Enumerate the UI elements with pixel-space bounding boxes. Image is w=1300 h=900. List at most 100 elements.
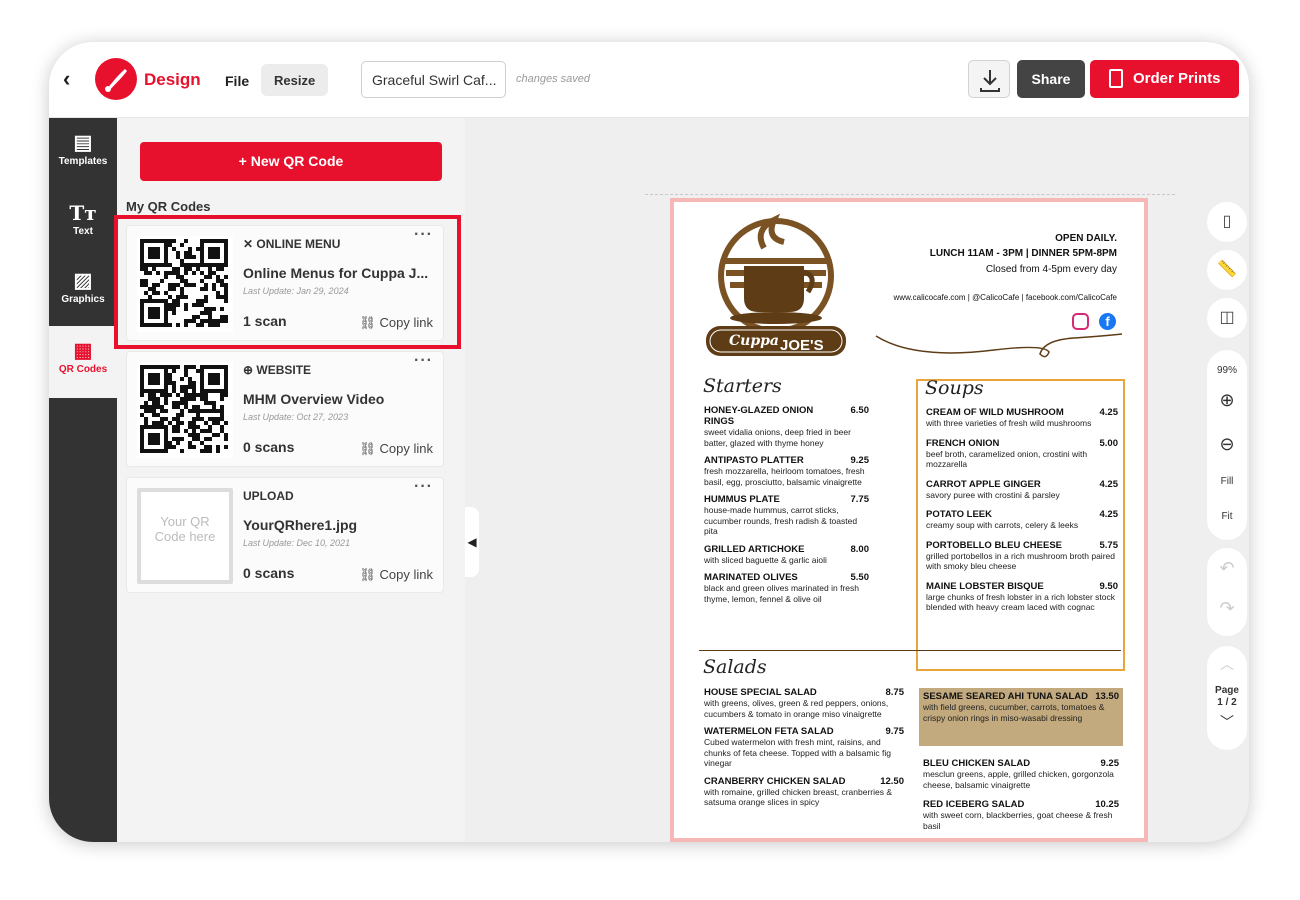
- item-desc: creamy soup with carrots, celery & leeks: [926, 520, 1079, 530]
- save-status: changes saved: [516, 73, 590, 85]
- item-desc: with field greens, cucumber, carrots, to…: [923, 702, 1105, 723]
- item-price: 9.25: [850, 455, 870, 466]
- rail-item-label: Text: [73, 226, 93, 237]
- qr-updated: Last Update: Oct 27, 2023: [243, 412, 349, 422]
- item-price: 9.50: [1099, 580, 1119, 592]
- zoom-level: 99%: [1216, 365, 1237, 376]
- graphics-icon: ▨: [73, 270, 93, 292]
- copy-link-button[interactable]: ⛓ Copy link: [359, 441, 433, 457]
- ruler-icon[interactable]: 📏: [1207, 250, 1247, 290]
- item-price: 4.25: [1099, 407, 1119, 418]
- resize-button[interactable]: Resize: [261, 64, 329, 96]
- item-name: HUMMUS PLATE: [704, 494, 780, 505]
- app-window: ‹ Design File Resize Graceful Swirl Caf.…: [49, 42, 1249, 842]
- item-name: MARINATED OLIVES: [704, 572, 798, 583]
- templates-icon: ▤: [73, 132, 93, 154]
- collapse-panel-handle[interactable]: ◀: [465, 507, 479, 577]
- qr-scans: 0 scans: [243, 565, 295, 581]
- download-icon: [980, 70, 1000, 92]
- item-desc: large chunks of fresh lobster in a rich …: [926, 591, 1115, 613]
- item-name: MAINE LOBSTER BISQUE: [926, 580, 1044, 592]
- top-bar: ‹ Design File Resize Graceful Swirl Caf.…: [49, 42, 1249, 118]
- rail-item-label: Templates: [58, 156, 108, 167]
- rail-item-label: QR Codes: [58, 364, 108, 375]
- item-price: 7.75: [850, 494, 870, 505]
- qr-scans: 0 scans: [243, 439, 295, 455]
- page-up-icon[interactable]: ︿: [1207, 654, 1247, 674]
- file-menu-button[interactable]: File: [215, 66, 259, 96]
- item-price: 9.75: [885, 726, 905, 737]
- rail-item-label: Graphics: [61, 294, 105, 305]
- item-name: PORTOBELLO BLEU CHEESE: [926, 539, 1063, 551]
- item-price: 10.25: [1095, 799, 1119, 810]
- item-name: GRILLED ARTICHOKE: [704, 543, 805, 555]
- menu-item: HUMMUS PLATE 7.75 house-made hummus, carro…: [704, 494, 869, 537]
- menu-item: ANTIPASTO PLATTER 9.25 fresh mozzarella, h…: [704, 455, 869, 487]
- item-name: HOUSE SPECIAL SALAD: [704, 687, 817, 698]
- item-name: ANTIPASTO PLATTER: [704, 455, 804, 466]
- more-options-icon[interactable]: ···: [414, 352, 433, 370]
- logo-text-joes: JOE'S: [780, 337, 824, 354]
- page-size-icon[interactable]: ▯: [1207, 202, 1247, 242]
- starters-title: Starters: [703, 375, 782, 397]
- soups-list: CREAM OF WILD MUSHROOM 4.25 with three var…: [926, 407, 1118, 622]
- copy-link-button[interactable]: ⛓ Copy link: [359, 567, 433, 583]
- item-desc: Cubed watermelon with fresh mint, raisin…: [704, 737, 891, 768]
- item-name: CRANBERRY CHICKEN SALAD: [704, 775, 846, 787]
- qr-title: YourQRhere1.jpg: [243, 517, 358, 533]
- columns-icon[interactable]: ◫: [1207, 298, 1247, 338]
- fill-button[interactable]: Fill: [1207, 476, 1247, 487]
- more-options-icon[interactable]: ···: [414, 478, 433, 496]
- brand-label: Design: [144, 70, 201, 89]
- document-name-input[interactable]: Graceful Swirl Caf...: [361, 61, 506, 98]
- menu-open-daily: OPEN DAILY.: [1055, 233, 1117, 244]
- undo-icon[interactable]: ↶: [1207, 558, 1247, 579]
- fit-button[interactable]: Fit: [1207, 511, 1247, 522]
- item-price: 8.75: [885, 687, 905, 698]
- menu-item: CARROT APPLE GINGER 4.25 savory puree with…: [926, 479, 1118, 501]
- item-name: BLEU CHICKEN SALAD: [923, 758, 1031, 769]
- menu-item: MARINATED OLIVES 5.50 black and green oliv…: [704, 572, 869, 604]
- rail-item-qr-codes[interactable]: ▦ QR Codes: [49, 326, 117, 398]
- featured-salad: SESAME SEARED AHI TUNA SALAD 13.50 with …: [923, 691, 1119, 723]
- qr-placeholder: Your QR Code here: [137, 488, 233, 584]
- item-price: 12.50: [880, 775, 904, 787]
- qr-card[interactable]: Your QR Code here UPLOAD ··· YourQRhere1…: [126, 477, 444, 593]
- menu-item: WATERMELON FETA SALAD 9.75 Cubed watermelo…: [704, 726, 904, 769]
- instagram-icon: [1072, 313, 1089, 330]
- item-price: 6.50: [850, 405, 870, 416]
- text-icon: Tт: [69, 201, 97, 225]
- rail-item-graphics[interactable]: ▨ Graphics: [49, 256, 117, 326]
- back-arrow-icon[interactable]: ‹: [63, 68, 85, 92]
- selection-highlight: [114, 215, 461, 349]
- download-button[interactable]: [968, 60, 1010, 98]
- brush-logo-icon: [95, 58, 137, 100]
- item-desc: with sliced baguette & garlic aioli: [704, 554, 827, 565]
- menu-item: BLEU CHICKEN SALAD 9.25 mesclun greens, ap…: [923, 758, 1119, 790]
- item-desc: with greens, olives, green & red peppers…: [704, 698, 889, 719]
- menu-item: CREAM OF WILD MUSHROOM 4.25 with three var…: [926, 407, 1118, 429]
- starters-list: HONEY-GLAZED ONION RINGS 6.50 sweet vidali…: [704, 405, 869, 611]
- qr-card[interactable]: ⊕ WEBSITE ··· MHM Overview Video Last Up…: [126, 351, 444, 467]
- item-name: HONEY-GLAZED ONION RINGS: [704, 405, 814, 427]
- redo-icon[interactable]: ↷: [1207, 598, 1247, 619]
- item-price: 8.00: [850, 543, 870, 555]
- share-button[interactable]: Share: [1017, 60, 1085, 98]
- item-price: 4.25: [1099, 478, 1119, 490]
- rail-item-text[interactable]: Tт Text: [49, 188, 117, 258]
- copy-link-label: Copy link: [379, 441, 433, 456]
- zoom-in-icon[interactable]: ⊕: [1207, 390, 1247, 411]
- item-desc: savory puree with crostini & parsley: [926, 489, 1060, 500]
- new-qr-code-button[interactable]: + New QR Code: [140, 142, 442, 181]
- item-name: POTATO LEEK: [926, 509, 992, 520]
- page-down-icon[interactable]: ﹀: [1207, 712, 1247, 732]
- zoom-out-icon[interactable]: ⊖: [1207, 434, 1247, 455]
- page-label: Page: [1215, 685, 1239, 696]
- menu-closed-note: Closed from 4-5pm every day: [985, 264, 1117, 275]
- item-desc: with romaine, grilled chicken breast, cr…: [704, 786, 893, 808]
- link-icon: ⛓: [359, 567, 380, 582]
- rail-item-templates[interactable]: ▤ Templates: [49, 118, 117, 188]
- item-price: 5.75: [1099, 539, 1119, 551]
- menu-social: www.calicocafe.com | @CalicoCafe | faceb…: [893, 293, 1117, 302]
- item-name: FRENCH ONION: [926, 437, 1000, 449]
